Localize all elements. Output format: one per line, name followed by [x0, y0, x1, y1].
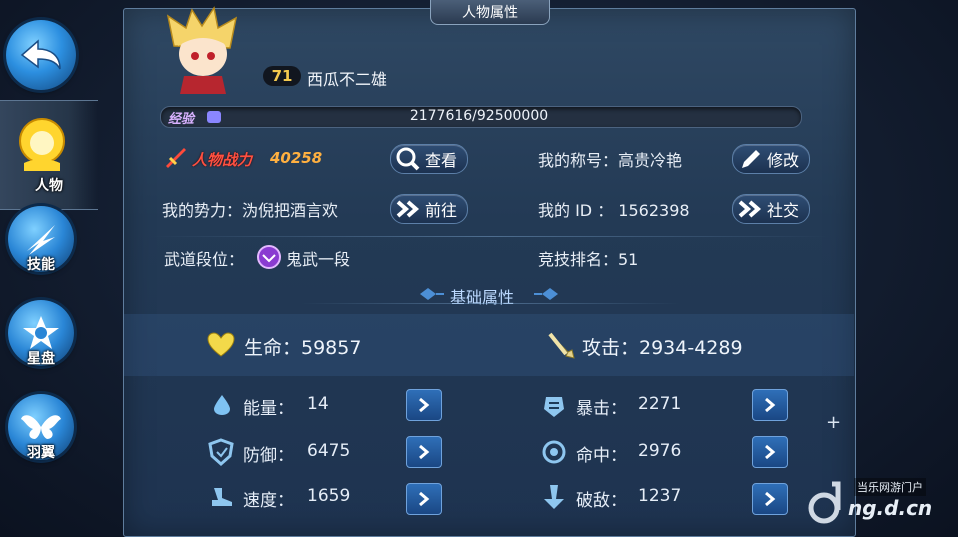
crit-label: 暴击： [576, 399, 627, 419]
magnifier-icon [396, 147, 420, 171]
pen-icon [742, 150, 760, 168]
defense-icon [208, 438, 234, 466]
accuracy-label: 命中： [576, 446, 627, 466]
sword-icon [548, 332, 575, 359]
break-label: 破敌： [576, 491, 627, 511]
tab-skill-label: 技能 [27, 257, 55, 273]
double-chevron-icon [738, 200, 762, 218]
defense-label: 防御： [243, 446, 294, 466]
ornament-left-icon [420, 288, 444, 300]
rank-emblem-icon [257, 245, 281, 269]
break-detail-button[interactable] [752, 483, 788, 515]
faction-label: 我的势力：沩倪把酒言欢 [162, 201, 339, 220]
energy-value: 14 [307, 394, 329, 414]
arena-rank-label: 竞技排名：51 [538, 250, 639, 269]
level-badge: 71 [263, 66, 301, 86]
tab-skill[interactable]: 技能 [8, 206, 74, 273]
title-label: 我的称号：高贵冷艳 [538, 151, 683, 170]
edit-button-label: 修改 [767, 151, 800, 170]
avatar [166, 6, 238, 94]
accuracy-icon [542, 440, 566, 464]
speed-label: 速度： [243, 491, 294, 511]
watermark: 当乐网游门户 ng.d.cn [806, 472, 956, 528]
speed-icon [212, 488, 232, 506]
energy-label: 能量： [243, 399, 294, 419]
crit-icon [544, 397, 564, 417]
crit-value: 2271 [638, 394, 682, 414]
heart-icon [207, 332, 235, 357]
break-value: 1237 [638, 486, 682, 506]
rank-value: 鬼武一段 [286, 250, 351, 269]
tab-wings-label: 羽翼 [27, 445, 55, 461]
attack-stat: 攻击：2934-4289 [582, 337, 743, 359]
defense-detail-button[interactable] [406, 436, 442, 468]
goto-button-label: 前往 [425, 201, 458, 220]
break-icon [544, 485, 564, 509]
back-button[interactable] [6, 20, 76, 90]
chevron-right-icon [765, 491, 776, 507]
divider [150, 236, 830, 237]
accuracy-value: 2976 [638, 441, 682, 461]
skill-icon [27, 225, 55, 255]
chevron-right-icon [765, 444, 776, 460]
goto-button[interactable]: 前往 [390, 194, 469, 224]
rank-label: 武道段位： [164, 250, 245, 269]
defense-value: 6475 [307, 441, 351, 461]
tab-star-chart[interactable]: 星盘 [8, 300, 74, 367]
chevron-right-icon [419, 444, 430, 460]
player-id-label: 我的 ID ： 1562398 [538, 201, 690, 220]
power-value: 40258 [270, 149, 323, 167]
basic-attributes-title: 基础属性 [450, 288, 515, 307]
watermark-logo-icon [808, 481, 841, 524]
power-label: 人物战力 [192, 151, 253, 169]
chevron-right-icon [419, 491, 430, 507]
star-chart-icon [23, 316, 59, 349]
tab-character-label: 人物 [35, 178, 63, 194]
social-button[interactable]: 社交 [732, 194, 811, 224]
watermark-line2: ng.d.cn [848, 496, 933, 520]
view-button[interactable]: 查看 [390, 144, 469, 174]
edit-button[interactable]: 修改 [732, 144, 811, 174]
wings-icon [21, 415, 61, 439]
chevron-right-icon [765, 397, 776, 413]
watermark-line1: 当乐网游门户 [854, 478, 926, 496]
window-title: 人物属性 [430, 0, 550, 25]
xp-text: 2177616/92500000 [409, 108, 549, 124]
crit-detail-button[interactable] [752, 389, 788, 421]
tab-wings[interactable]: 羽翼 [8, 394, 74, 461]
hp-stat: 生命：59857 [244, 337, 362, 359]
chevron-right-icon [419, 397, 430, 413]
double-chevron-icon [396, 200, 420, 218]
player-name: 西瓜不二雄 [307, 70, 388, 89]
sword-power-icon [166, 148, 186, 168]
social-button-label: 社交 [767, 201, 800, 220]
energy-icon [214, 395, 230, 415]
ornament-right-icon [534, 288, 558, 300]
plus-icon[interactable]: + [826, 412, 841, 433]
tab-star-chart-label: 星盘 [27, 351, 55, 367]
view-button-label: 查看 [425, 151, 458, 170]
back-arrow-icon [20, 39, 61, 70]
accuracy-detail-button[interactable] [752, 436, 788, 468]
speed-detail-button[interactable] [406, 483, 442, 515]
section-divider [300, 303, 680, 304]
speed-value: 1659 [307, 486, 351, 506]
energy-detail-button[interactable] [406, 389, 442, 421]
